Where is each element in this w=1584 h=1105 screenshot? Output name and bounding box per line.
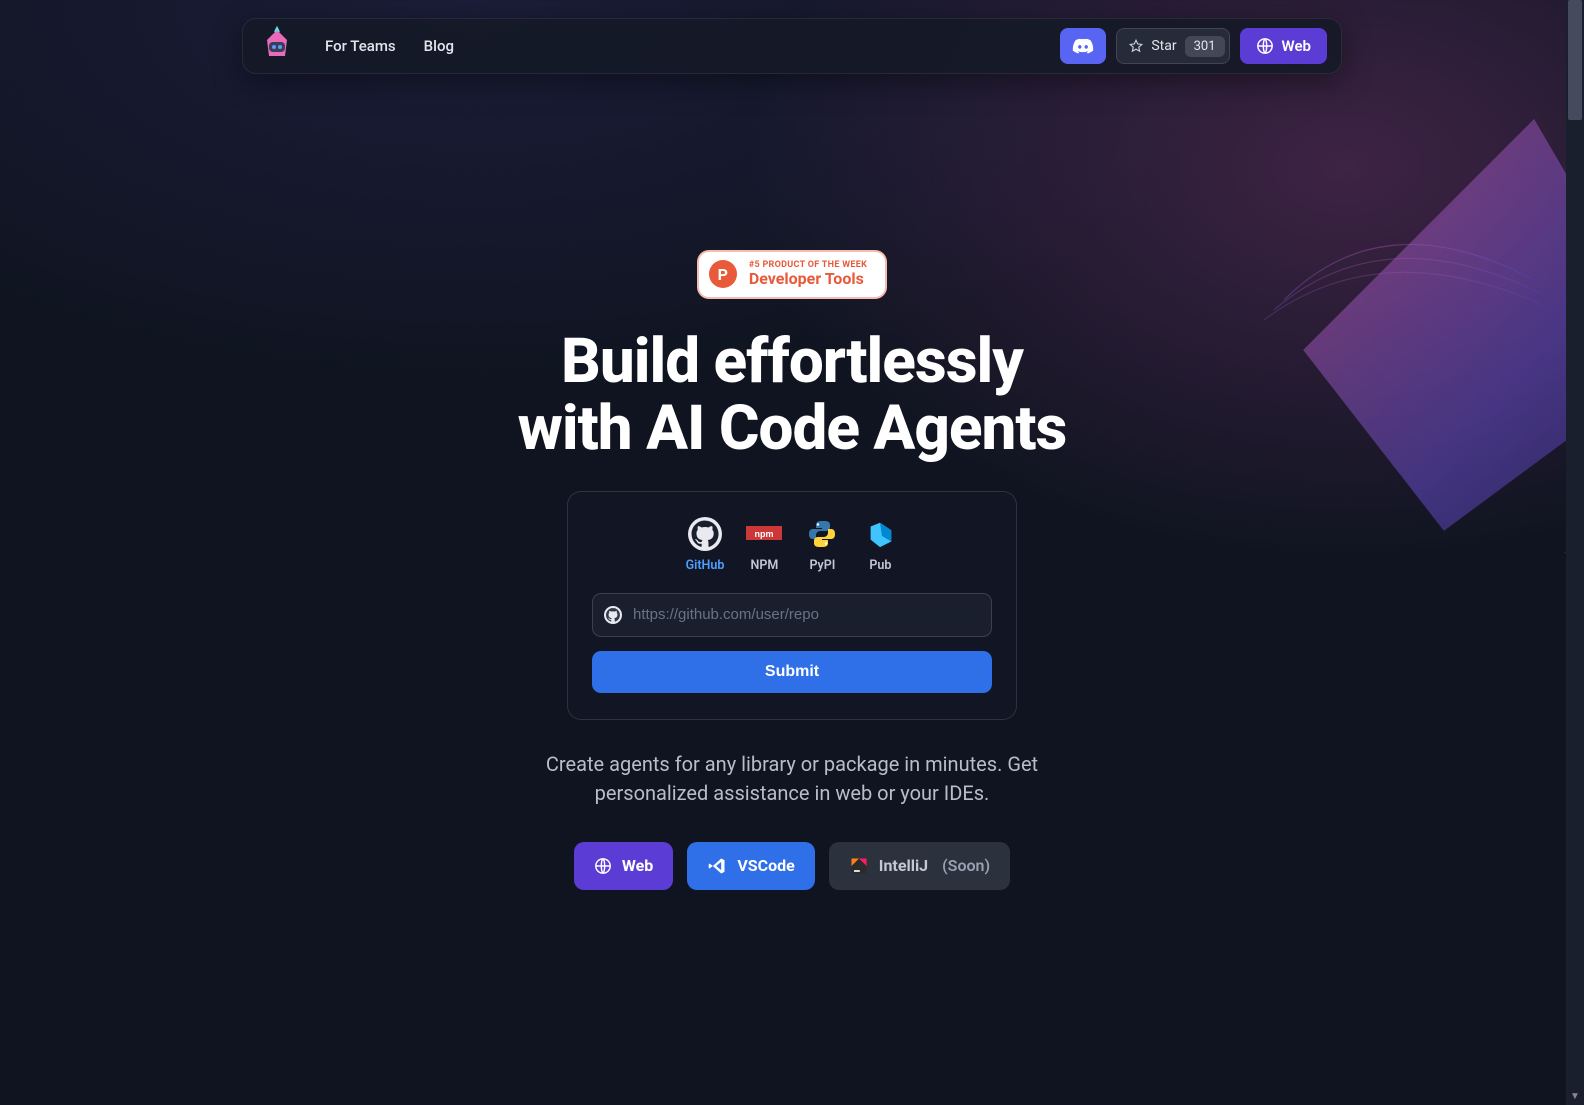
cta-vscode-label: VSCode: [737, 856, 794, 875]
globe-icon: [1256, 37, 1274, 55]
headline-line2: with AI Code Agents: [518, 392, 1067, 465]
nav-links: For Teams Blog: [325, 37, 454, 55]
repo-url-input[interactable]: [592, 593, 992, 637]
cta-intellij-label: IntelliJ: [879, 856, 928, 875]
discord-button[interactable]: [1060, 28, 1106, 64]
product-hunt-badge[interactable]: P #5 PRODUCT OF THE WEEK Developer Tools: [697, 250, 887, 299]
python-icon: [804, 516, 840, 552]
source-tab-label: PyPI: [809, 558, 835, 573]
submit-button[interactable]: Submit: [592, 651, 992, 693]
source-tab-pypi[interactable]: PyPI: [804, 516, 840, 573]
web-button[interactable]: Web: [1240, 28, 1327, 64]
source-tab-github[interactable]: GitHub: [686, 516, 725, 573]
npm-icon: npm: [746, 516, 782, 552]
hero: P #5 PRODUCT OF THE WEEK Developer Tools…: [0, 250, 1584, 890]
cta-intellij-soon: (Soon): [942, 856, 990, 875]
cta-web-label: Web: [622, 856, 653, 875]
cta-vscode-button[interactable]: VSCode: [687, 842, 814, 890]
navbar: For Teams Blog Star 301 Web: [242, 18, 1342, 74]
product-hunt-icon: P: [709, 260, 737, 288]
source-tab-pub[interactable]: Pub: [862, 516, 898, 573]
source-tab-npm[interactable]: npm NPM: [746, 516, 782, 573]
svg-text:npm: npm: [755, 529, 774, 539]
headline-line1: Build effortlessly: [561, 325, 1023, 398]
github-star-button[interactable]: Star 301: [1116, 28, 1229, 64]
intellij-icon: [849, 856, 869, 876]
source-tabs: GitHub npm NPM: [686, 516, 899, 573]
github-icon: [687, 516, 723, 552]
star-label: Star: [1151, 38, 1176, 54]
dart-icon: [862, 516, 898, 552]
globe-icon: [594, 857, 612, 875]
scroll-down-arrow-icon[interactable]: ▼: [1566, 1087, 1584, 1105]
app-logo[interactable]: [257, 26, 297, 66]
github-small-icon: [604, 606, 622, 624]
star-icon: [1129, 39, 1143, 53]
sub-copy: Create agents for any library or package…: [512, 750, 1072, 808]
source-tab-label: NPM: [751, 558, 779, 573]
cta-web-button[interactable]: Web: [574, 842, 673, 890]
scrollbar-thumb[interactable]: [1568, 0, 1582, 120]
cta-intellij-button: IntelliJ (Soon): [829, 842, 1010, 890]
nav-link-for-teams[interactable]: For Teams: [325, 37, 396, 55]
source-tab-label: Pub: [869, 558, 891, 573]
cta-row: Web VSCode IntelliJ (Soon): [574, 842, 1010, 890]
nav-link-blog[interactable]: Blog: [424, 37, 454, 55]
nav-right: Star 301 Web: [1060, 28, 1327, 64]
discord-icon: [1072, 38, 1094, 55]
headline: Build effortlessly with AI Code Agents: [518, 329, 1067, 463]
ph-badge-main: Developer Tools: [749, 270, 867, 288]
vscode-icon: [707, 856, 727, 876]
star-count: 301: [1185, 36, 1225, 57]
source-tab-label: GitHub: [686, 558, 725, 573]
scrollbar-track[interactable]: ▲ ▼: [1566, 0, 1584, 1105]
create-agent-card: GitHub npm NPM: [567, 491, 1017, 720]
web-button-label: Web: [1282, 37, 1311, 55]
